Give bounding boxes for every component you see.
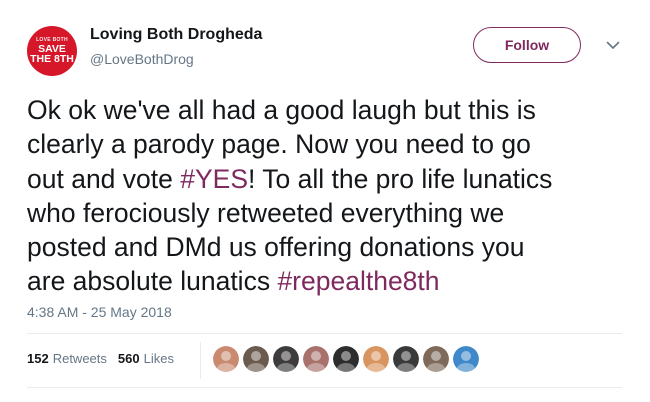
tweet-text-line: are absolute lunatics #repealthe8th (27, 264, 627, 298)
author-avatar[interactable]: LOVE BOTH SAVE THE 8TH (27, 26, 77, 76)
liker-avatar-5[interactable] (333, 346, 359, 372)
tweet-text-line: Ok ok we've all had a good laugh but thi… (27, 95, 536, 125)
tweet-text-segment: are absolute lunatics (27, 266, 278, 297)
follow-button[interactable]: Follow (473, 27, 581, 63)
likes-count: 560 (117, 351, 140, 366)
retweets-count: 152 (27, 351, 49, 366)
stats-separator (200, 342, 201, 379)
hashtag-repealthe8th-link[interactable]: #repealthe8th (277, 266, 439, 296)
liker-avatar-4[interactable] (303, 346, 329, 372)
divider (27, 387, 622, 388)
divider (27, 333, 622, 334)
retweets-label: Retweets (52, 351, 107, 366)
liker-avatar-3[interactable] (273, 346, 299, 372)
tweet-text-line: out and vote #YES! To all the pro life l… (27, 162, 627, 196)
avatar-text-top: LOVE BOTH (36, 36, 68, 43)
tweet-stats: 152 Retweets 560 Likes (27, 351, 185, 366)
liker-avatar-7[interactable] (393, 346, 419, 372)
tweet-text-segment: out and vote (27, 163, 181, 194)
liker-avatar-2[interactable] (243, 346, 269, 372)
tweet-text-line: clearly a parody page. Now you need to g… (27, 129, 531, 160)
avatar-text-bottom: THE 8TH (30, 53, 74, 65)
author-handle[interactable]: @LoveBothDrog (90, 51, 194, 67)
tweet-text: Ok ok we've all had a good laugh but thi… (27, 93, 627, 299)
tweet: LOVE BOTH SAVE THE 8TH Loving Both Drogh… (0, 0, 650, 402)
retweets-stat[interactable]: 152 Retweets (27, 351, 107, 366)
likes-stat[interactable]: 560 Likes (118, 351, 174, 366)
tweet-text-segment: ! To all the pro life lunatics (248, 163, 553, 194)
liker-avatar-9[interactable] (453, 346, 479, 372)
author-display-name[interactable]: Loving Both Drogheda (90, 26, 262, 44)
liker-avatar-1[interactable] (213, 346, 239, 372)
chevron-down-icon[interactable] (603, 35, 623, 55)
liker-avatar-8[interactable] (423, 346, 449, 372)
tweet-text-line: who ferociously retweeted everything we (27, 197, 505, 228)
hashtag-yes-link[interactable]: #YES (180, 164, 248, 194)
tweet-text-line: posted and DMd us offering donations you (27, 232, 525, 263)
tweet-timestamp[interactable]: 4:38 AM - 25 May 2018 (27, 304, 172, 320)
likes-label: Likes (143, 351, 174, 366)
liker-avatar-6[interactable] (363, 346, 389, 372)
